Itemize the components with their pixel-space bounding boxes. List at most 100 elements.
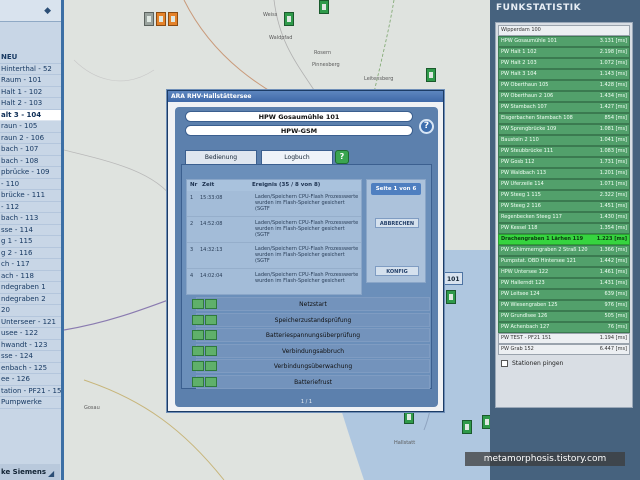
station-list-item[interactable]: Unterseer - 121: [0, 317, 61, 328]
station-list-item[interactable]: usee - 122: [0, 328, 61, 340]
stats-row[interactable]: Pumpstat. OBD Hintersee 121 1.442 [ms]: [498, 256, 630, 267]
station-marker[interactable]: [144, 12, 154, 26]
station-list-item[interactable]: ndegraben 2: [0, 294, 61, 305]
stats-latency: 1.366 [ms]: [599, 247, 627, 254]
stats-row[interactable]: PW Halt 2 103 1.072 [ms]: [498, 58, 630, 69]
stats-row[interactable]: PW Grundlsee 126 505 [ms]: [498, 311, 630, 322]
tab-logbuch[interactable]: Logbuch: [261, 150, 333, 164]
dialog-title[interactable]: ARA RHV-Hallstättersee: [168, 91, 443, 102]
station-list-item[interactable]: Halt 2 - 103: [0, 98, 61, 110]
stats-row[interactable]: PW Steeg 2 116 1.451 [ms]: [498, 201, 630, 212]
station-list-item[interactable]: - 110: [0, 179, 61, 190]
log-row[interactable]: 2 14:52:08 Laden/Speichern CPU-Flash Proze…: [187, 217, 361, 243]
tool-icon[interactable]: ◆: [44, 6, 51, 16]
stats-row[interactable]: PW Gosb 112 1.731 [ms]: [498, 157, 630, 168]
stats-row[interactable]: PW Sprengbrücke 109 1.081 [ms]: [498, 124, 630, 135]
stats-row[interactable]: PW Grab 152 6.447 [ms]: [498, 344, 630, 355]
checkbox-box[interactable]: [501, 359, 508, 367]
stats-row[interactable]: HPW Untersee 122 1.461 [ms]: [498, 267, 630, 278]
stats-row[interactable]: Regenbecken Steeg 117 1.430 [ms]: [498, 212, 630, 223]
stats-row[interactable]: HPW Gosaumühle 101 3.131 [ms]: [498, 36, 630, 47]
log-row[interactable]: 4 14:02:04 Laden/Speichern CPU-Flash Proze…: [187, 269, 361, 294]
stats-row[interactable]: PW Hallerndt 123 1.431 [ms]: [498, 278, 630, 289]
radio-statistics-panel: FUNKSTATISTIK Wipperdam 100 HPW Gosaumühl…: [490, 0, 640, 480]
stats-row[interactable]: PW Uferzeile 114 1.071 [ms]: [498, 179, 630, 190]
station-list-item[interactable]: bach - 107: [0, 144, 61, 156]
station-list-item[interactable]: hwandt - 123: [0, 340, 61, 351]
stats-station-name: PW Halt 2 103: [501, 60, 537, 67]
station-list-item[interactable]: brücke - 111: [0, 190, 61, 202]
station-list-item[interactable]: - 112: [0, 202, 61, 213]
pager: Seite 1 von 6 ABBRECHEN KONFIG: [366, 179, 426, 283]
station-list-item[interactable]: pbrücke - 109: [0, 167, 61, 179]
station-list-item[interactable]: NEU: [0, 52, 61, 64]
ping-stations-checkbox[interactable]: Stationen pingen: [498, 359, 630, 367]
station-list-item[interactable]: bach - 113: [0, 213, 61, 225]
stats-row[interactable]: Eisgerbachen Stambach 108 854 [ms]: [498, 113, 630, 124]
station-list-item[interactable]: tation - PF21 - 151: [0, 386, 61, 397]
station-marker[interactable]: [462, 420, 472, 434]
stats-title: FUNKSTATISTIK: [496, 3, 582, 13]
log-row[interactable]: 1 15:33:08 Laden/Speichern CPU-Flash Proze…: [187, 191, 361, 217]
config-button[interactable]: KONFIG: [375, 266, 419, 276]
stats-row[interactable]: Wipperdam 100: [498, 25, 630, 36]
stats-row[interactable]: PW Wiesengraben 125 976 [ms]: [498, 300, 630, 311]
station-list-item[interactable]: sse - 114: [0, 225, 61, 236]
station-list-item[interactable]: 20: [0, 305, 61, 317]
stats-row[interactable]: PW Leitsee 124 639 [ms]: [498, 289, 630, 300]
station-list-item[interactable]: ch - 117: [0, 259, 61, 271]
stats-row[interactable]: Drachengraben 1 Lärhen 119 1.223 [ms]: [498, 234, 630, 245]
station-list-item[interactable]: raun 2 - 106: [0, 133, 61, 144]
abort-button[interactable]: ABBRECHEN: [375, 218, 419, 228]
event-option-row[interactable]: Batteriespannungsüberprüfung: [196, 328, 430, 342]
station-list-item[interactable]: alt 3 - 104: [0, 109, 61, 121]
station-list-item[interactable]: Pumpwerke: [0, 397, 61, 409]
station-list-item[interactable]: g 1 - 115: [0, 236, 61, 248]
stats-row[interactable]: PW Steubbrücke 111 1.083 [ms]: [498, 146, 630, 157]
stats-row[interactable]: PW Oberthaun 2 106 1.434 [ms]: [498, 91, 630, 102]
station-marker[interactable]: [426, 68, 436, 82]
station-list-item[interactable]: enbach - 125: [0, 363, 61, 374]
station-list-item[interactable]: ach - 118: [0, 271, 61, 282]
stats-row[interactable]: PW Oberthaun 105 1.428 [ms]: [498, 80, 630, 91]
stats-row[interactable]: PW Halt 3 104 1.143 [ms]: [498, 69, 630, 80]
event-option-row[interactable]: Speicherzustandsprüfung: [196, 312, 430, 327]
station-list-item[interactable]: Hinterthal - 52: [0, 64, 61, 75]
station-list-item[interactable]: ee - 126: [0, 374, 61, 386]
station-marker[interactable]: [319, 0, 329, 14]
station-marker[interactable]: [482, 415, 490, 429]
station-marker[interactable]: [446, 290, 456, 304]
stats-row[interactable]: PW Stambach 107 1.427 [ms]: [498, 102, 630, 113]
station-marker[interactable]: [156, 12, 166, 26]
station-list-item[interactable]: Raum - 101: [0, 75, 61, 87]
log-row[interactable]: 3 14:32:13 Laden/Speichern CPU-Flash Proze…: [187, 243, 361, 269]
event-option-row[interactable]: Verbindungsüberwachung: [196, 359, 430, 373]
station-tag[interactable]: 101: [444, 272, 463, 285]
stats-row[interactable]: Baustein 2 110 1.041 [ms]: [498, 135, 630, 146]
stats-row[interactable]: PW Schimmerngraben 2 Straß 120 1.366 [ms]: [498, 245, 630, 256]
event-option-row[interactable]: Netzstart: [196, 297, 430, 311]
station-list-item[interactable]: bach - 108: [0, 156, 61, 167]
stats-row[interactable]: PW TEST - PF21 151 1.194 [ms]: [498, 333, 630, 344]
refresh-icon[interactable]: ?: [335, 150, 349, 164]
station-marker[interactable]: [284, 12, 294, 26]
station-list-item[interactable]: Halt 1 - 102: [0, 87, 61, 98]
stats-latency: 6.447 [ms]: [599, 346, 627, 353]
stats-row[interactable]: PW Steeg 1 115 2.322 [ms]: [498, 190, 630, 201]
event-option-row[interactable]: Batteriefrust: [196, 374, 430, 389]
stats-row[interactable]: PW Achenbach 127 76 [ms]: [498, 322, 630, 333]
station-list-item[interactable]: g 2 - 116: [0, 248, 61, 259]
stats-row[interactable]: PW Halt 1 102 2.198 [ms]: [498, 47, 630, 58]
station-marker[interactable]: [404, 410, 414, 424]
help-icon[interactable]: ?: [419, 119, 434, 134]
log-table[interactable]: Nr Zeit Ereignis (35 / 8 von 8) 1 15:33:0…: [186, 179, 362, 295]
event-option-row[interactable]: Verbindungsabbruch: [196, 343, 430, 358]
scroll-down-icon[interactable]: ◢: [48, 469, 54, 478]
stats-row[interactable]: PW Kessel 118 1.354 [ms]: [498, 223, 630, 234]
station-list-item[interactable]: ndegraben 1: [0, 282, 61, 294]
station-marker[interactable]: [168, 12, 178, 26]
stats-row[interactable]: PW Waldbach 113 1.201 [ms]: [498, 168, 630, 179]
tab-bedienung[interactable]: Bedienung: [185, 150, 257, 164]
station-list-item[interactable]: sse - 124: [0, 351, 61, 363]
station-list-item[interactable]: raun - 105: [0, 121, 61, 133]
